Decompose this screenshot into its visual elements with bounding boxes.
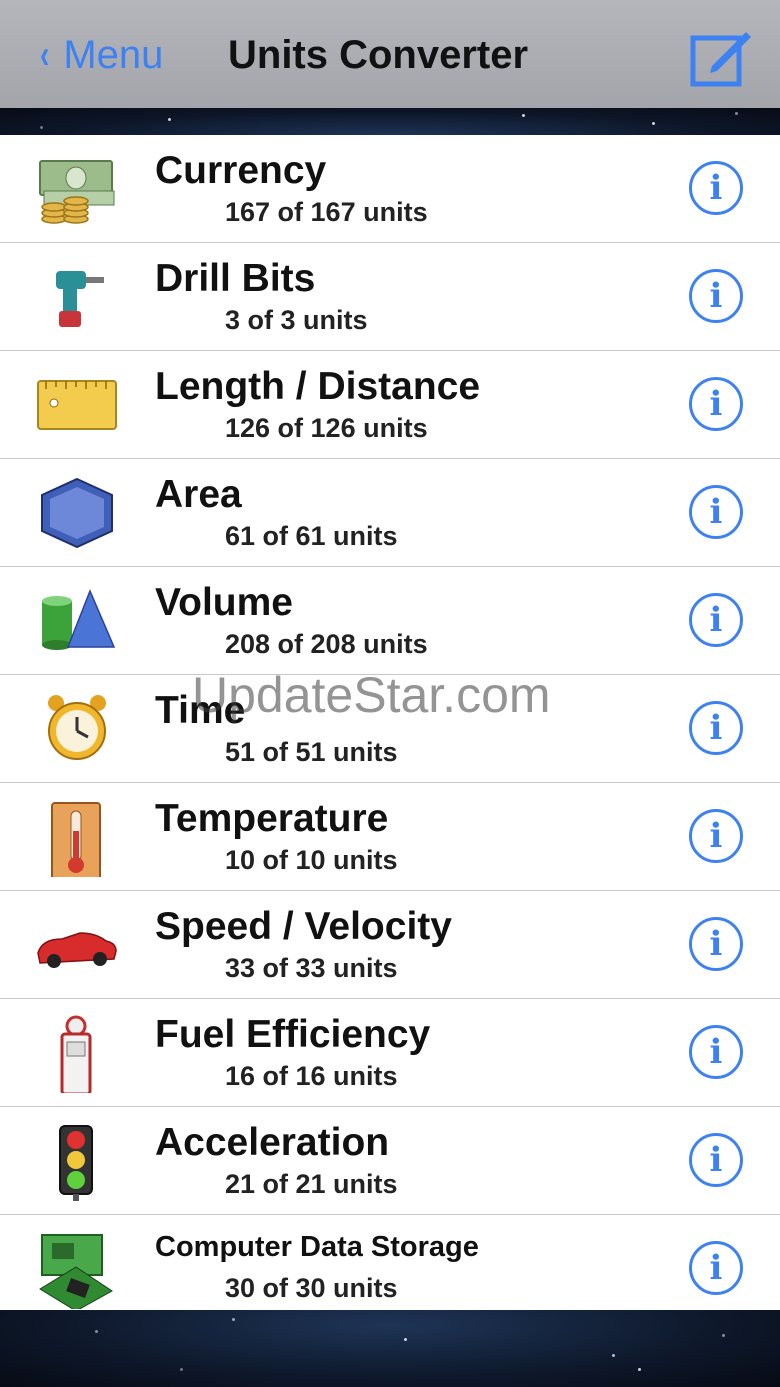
car-icon: [37, 932, 117, 968]
info-icon[interactable]: i: [689, 485, 743, 539]
category-title: Acceleration: [155, 1121, 390, 1164]
back-menu-label: Menu: [63, 32, 164, 77]
category-title: Computer Data Storage: [155, 1231, 479, 1263]
list-item-drill-bits[interactable]: Drill Bits 3 of 3 units i: [0, 243, 780, 351]
list-item-acceleration[interactable]: Acceleration 21 of 21 units i: [0, 1107, 780, 1215]
compose-icon: [690, 32, 751, 87]
chevron-left-icon: ‹: [39, 32, 50, 77]
compose-button[interactable]: [688, 24, 754, 90]
list-item-fuel-efficiency[interactable]: Fuel Efficiency 16 of 16 units i: [0, 999, 780, 1107]
category-title: Length / Distance: [155, 365, 481, 408]
category-title: Currency: [155, 149, 327, 192]
unit-count: 16 of 16 units: [225, 1061, 398, 1091]
category-title: Temperature: [155, 797, 389, 840]
unit-count: 208 of 208 units: [225, 629, 428, 659]
circuit-board-icon: [39, 1234, 113, 1309]
back-menu-button[interactable]: ‹ Menu: [38, 30, 163, 80]
info-icon[interactable]: i: [689, 377, 743, 431]
list-item-length-distance[interactable]: Length / Distance 126 of 126 units i: [0, 351, 780, 459]
ruler-icon: [37, 380, 117, 430]
list-item-computer-data-storage[interactable]: Computer Data Storage 30 of 30 units i: [0, 1215, 780, 1318]
starfield-background-bottom: [0, 1310, 780, 1387]
list-item-currency[interactable]: Currency 167 of 167 units i: [0, 135, 780, 243]
unit-count: 3 of 3 units: [225, 305, 368, 335]
currency-icon: [39, 160, 115, 224]
unit-count: 51 of 51 units: [225, 737, 398, 767]
info-icon[interactable]: i: [689, 1133, 743, 1187]
category-title: Volume: [155, 581, 293, 624]
unit-count: 21 of 21 units: [225, 1169, 398, 1199]
starfield-background-top: [0, 108, 780, 135]
list-item-speed-velocity[interactable]: Speed / Velocity 33 of 33 units i: [0, 891, 780, 999]
fuel-pump-icon: [60, 1015, 92, 1093]
info-icon[interactable]: i: [689, 269, 743, 323]
alarm-clock-icon: [48, 695, 106, 760]
hexagon-icon: [41, 477, 113, 549]
category-title: Area: [155, 473, 242, 516]
list-item-area[interactable]: Area 61 of 61 units i: [0, 459, 780, 567]
thermometer-icon: [51, 802, 101, 877]
unit-count: 167 of 167 units: [225, 197, 428, 227]
category-title: Fuel Efficiency: [155, 1013, 431, 1056]
unit-count: 126 of 126 units: [225, 413, 428, 443]
info-icon[interactable]: i: [689, 1241, 743, 1295]
category-title: Speed / Velocity: [155, 905, 452, 948]
category-title: Time: [155, 689, 246, 732]
unit-count: 61 of 61 units: [225, 521, 398, 551]
info-icon[interactable]: i: [689, 161, 743, 215]
unit-count: 33 of 33 units: [225, 953, 398, 983]
page-title: Units Converter: [228, 33, 529, 77]
category-title: Drill Bits: [155, 257, 316, 300]
info-icon[interactable]: i: [689, 809, 743, 863]
cylinder-cone-icon: [42, 589, 116, 650]
info-icon[interactable]: i: [689, 593, 743, 647]
unit-count: 10 of 10 units: [225, 845, 398, 875]
list-item-volume[interactable]: Volume 208 of 208 units i: [0, 567, 780, 675]
drill-icon: [56, 271, 104, 327]
navigation-bar: ‹ Menu Units Converter: [0, 0, 780, 109]
info-icon[interactable]: i: [689, 1025, 743, 1079]
list-item-time[interactable]: Time 51 of 51 units i: [0, 675, 780, 783]
list-item-temperature[interactable]: Temperature 10 of 10 units i: [0, 783, 780, 891]
info-icon[interactable]: i: [689, 701, 743, 755]
info-icon[interactable]: i: [689, 917, 743, 971]
unit-count: 30 of 30 units: [225, 1273, 398, 1303]
unit-category-list: Currency 167 of 167 units i Drill Bits 3…: [0, 135, 780, 1318]
traffic-light-icon: [59, 1125, 93, 1201]
